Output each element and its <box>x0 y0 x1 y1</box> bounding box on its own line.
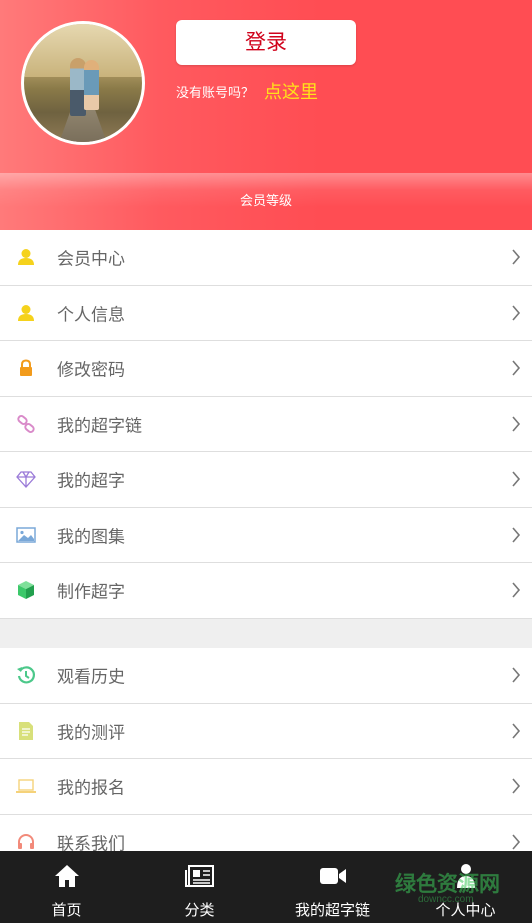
chevron-right-icon <box>512 527 521 543</box>
chevron-right-icon <box>512 834 521 850</box>
menu-item-my-chars[interactable]: 我的超字 <box>0 452 532 508</box>
member-level-label[interactable]: 会员等级 <box>0 190 532 209</box>
menu-item-member-center[interactable]: 会员中心 <box>0 230 532 286</box>
menu-item-label: 我的超字链 <box>57 416 142 436</box>
menu-item-my-reviews[interactable]: 我的测评 <box>0 703 532 759</box>
login-button[interactable]: 登录 <box>176 20 356 65</box>
menu-group-1: 会员中心 个人信息 修改密码 我的超字链 我的超字 我的图集 制作超字 <box>0 230 532 619</box>
chevron-right-icon <box>512 723 521 739</box>
menu-item-label: 我的测评 <box>57 723 125 743</box>
user-icon <box>16 303 36 323</box>
document-icon <box>16 721 36 741</box>
avatar[interactable] <box>21 21 145 145</box>
menu-item-make-chars[interactable]: 制作超字 <box>0 563 532 619</box>
menu-group-2: 观看历史 我的测评 我的报名 联系我们 <box>0 648 532 870</box>
home-icon <box>52 863 82 889</box>
chevron-right-icon <box>512 471 521 487</box>
menu-item-label: 我的报名 <box>57 778 125 798</box>
menu-item-my-links[interactable]: 我的超字链 <box>0 396 532 452</box>
tab-label: 分类 <box>184 902 215 919</box>
cube-icon <box>16 580 36 600</box>
headset-icon <box>16 832 36 852</box>
chevron-right-icon <box>512 667 521 683</box>
tab-home[interactable]: 首页 <box>0 851 133 923</box>
menu-item-label: 修改密码 <box>57 360 125 380</box>
tab-label: 我的超字链 <box>294 902 370 919</box>
video-camera-icon <box>318 863 348 889</box>
menu-item-label: 会员中心 <box>57 249 125 269</box>
tab-label: 首页 <box>51 902 82 919</box>
chevron-right-icon <box>512 582 521 598</box>
chevron-right-icon <box>512 416 521 432</box>
chevron-right-icon <box>512 778 521 794</box>
menu-item-watch-history[interactable]: 观看历史 <box>0 648 532 704</box>
watermark-url: downcc.com <box>418 894 474 905</box>
laptop-icon <box>16 776 36 796</box>
tab-my-links[interactable]: 我的超字链 <box>266 851 399 923</box>
history-icon <box>16 665 36 685</box>
menu-item-personal-info[interactable]: 个人信息 <box>0 285 532 341</box>
menu-item-label: 观看历史 <box>57 667 125 687</box>
chevron-right-icon <box>512 305 521 321</box>
no-account-text: 没有账号吗？ <box>176 85 255 100</box>
menu-item-my-gallery[interactable]: 我的图集 <box>0 507 532 563</box>
link-icon <box>16 414 36 434</box>
menu-item-label: 我的超字 <box>57 471 125 491</box>
tab-category[interactable]: 分类 <box>133 851 266 923</box>
profile-header: 登录 没有账号吗？ 点这里 会员等级 <box>0 0 532 230</box>
user-icon <box>16 247 36 267</box>
newspaper-icon <box>184 863 215 889</box>
lock-icon <box>16 358 36 378</box>
menu-item-change-password[interactable]: 修改密码 <box>0 341 532 397</box>
image-icon <box>16 525 36 545</box>
diamond-icon <box>16 469 36 489</box>
menu-item-label: 我的图集 <box>57 527 125 547</box>
chevron-right-icon <box>512 360 521 376</box>
register-link[interactable]: 点这里 <box>264 78 318 104</box>
menu-item-label: 制作超字 <box>57 582 125 602</box>
menu-item-my-signups[interactable]: 我的报名 <box>0 759 532 815</box>
menu-item-label: 个人信息 <box>57 305 125 325</box>
chevron-right-icon <box>512 249 521 265</box>
